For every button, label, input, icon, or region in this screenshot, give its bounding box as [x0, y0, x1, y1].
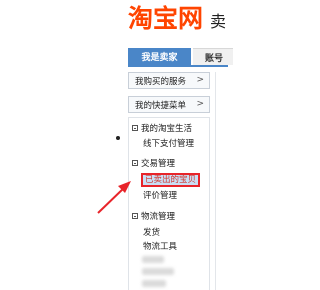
annotation-arrow-icon: [97, 181, 131, 214]
